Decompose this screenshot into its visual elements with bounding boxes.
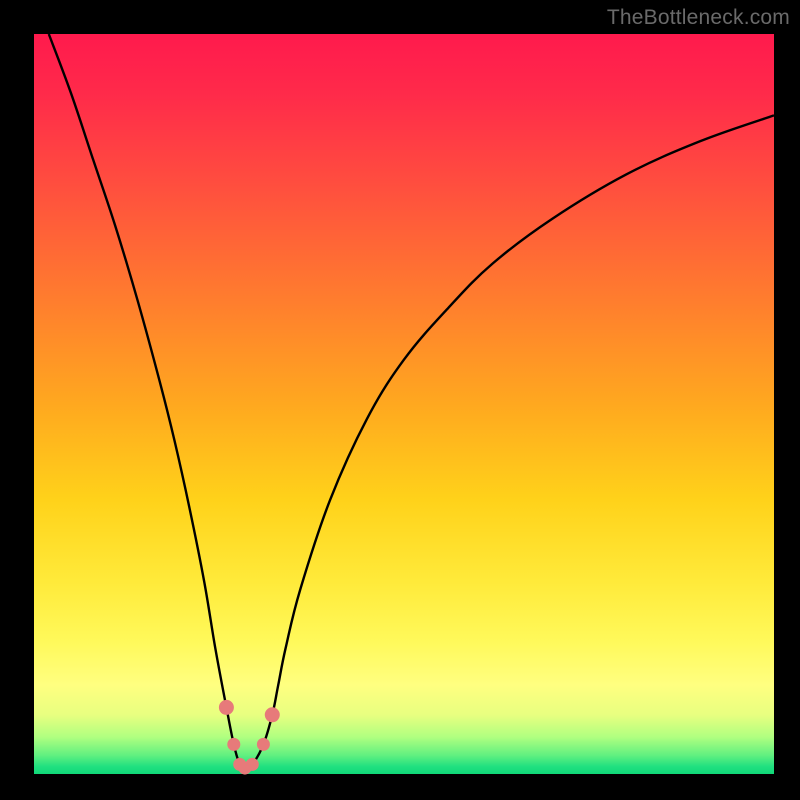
curve-marker [227,738,240,751]
plot-area [34,34,774,774]
watermark-text: TheBottleneck.com [607,6,790,30]
curve-marker [219,700,234,715]
curve-marker [246,758,259,771]
marker-group [219,700,280,775]
bottleneck-curve [34,34,774,774]
chart-canvas: TheBottleneck.com [0,0,800,800]
curve-marker [257,738,270,751]
curve-marker [265,707,280,722]
curve-path [49,34,774,768]
